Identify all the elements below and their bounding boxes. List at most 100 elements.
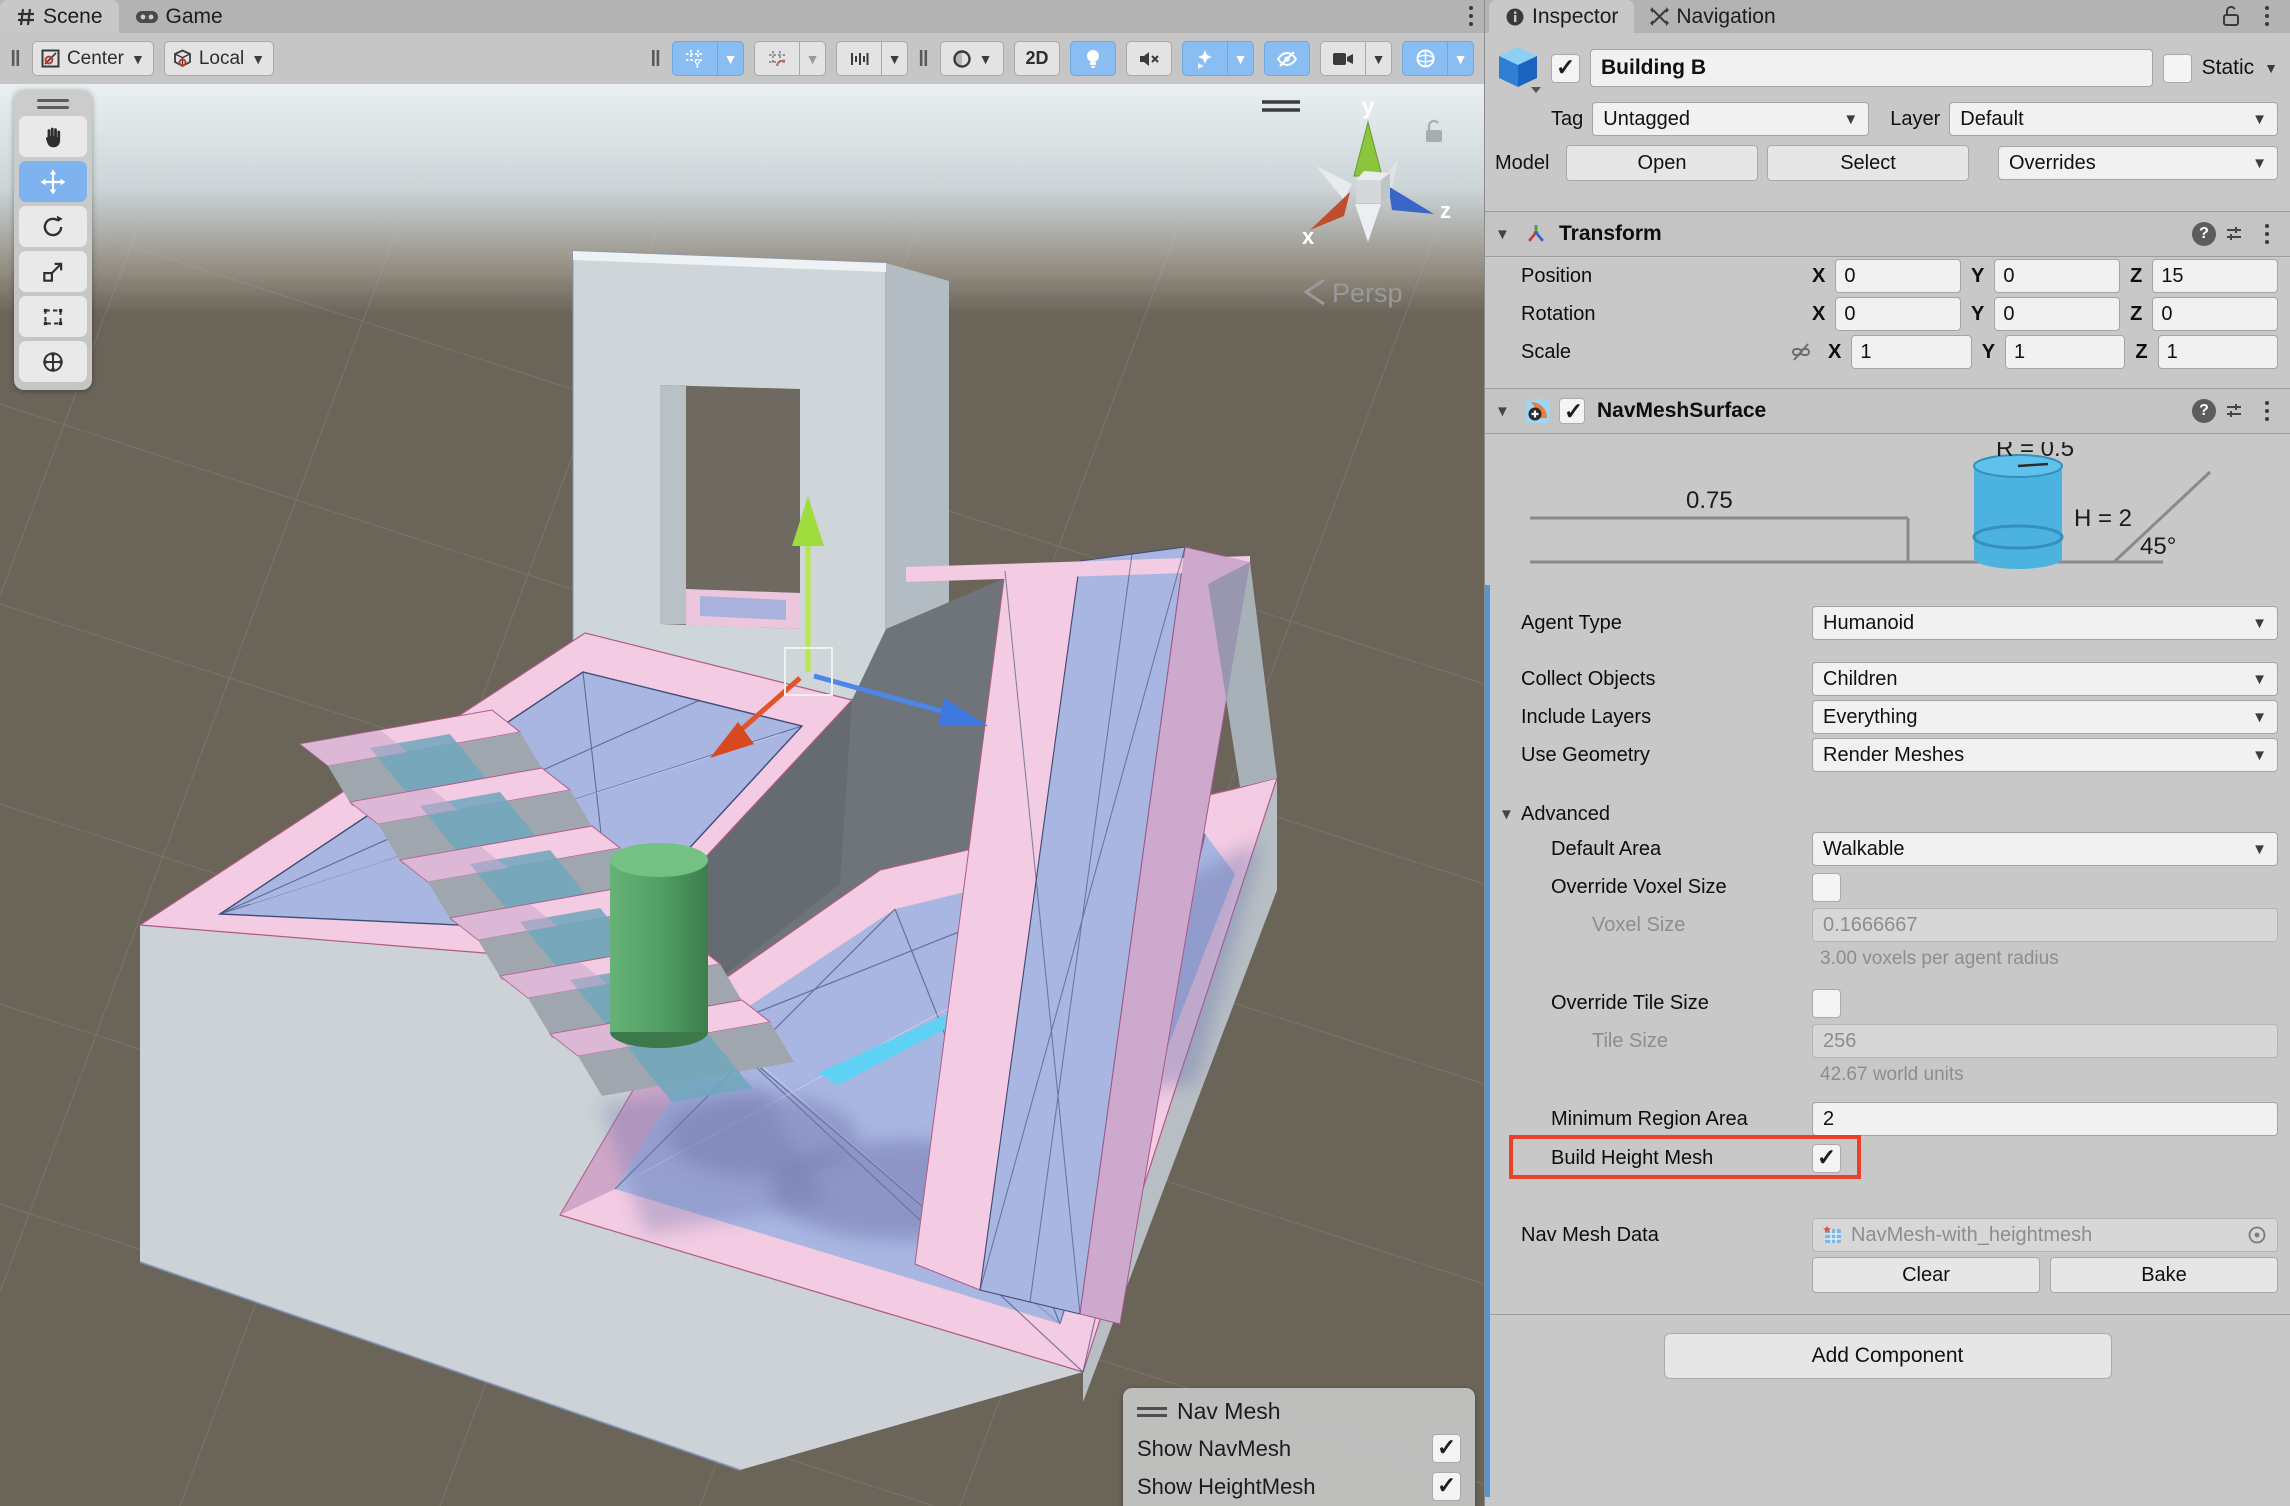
grid-snap-options[interactable]: ▼ bbox=[718, 41, 744, 76]
show-navmesh-checkbox[interactable] bbox=[1432, 1434, 1461, 1463]
effects-toggle[interactable] bbox=[1182, 41, 1228, 76]
use-geometry-dropdown[interactable]: Render Meshes▼ bbox=[1812, 738, 2278, 772]
2d-toggle[interactable]: 2D bbox=[1014, 41, 1060, 76]
component-menu-icon[interactable] bbox=[2254, 224, 2280, 244]
audio-toggle[interactable] bbox=[1126, 41, 1172, 76]
navmeshsurface-header[interactable]: ▼ NavMeshSurface ? bbox=[1485, 388, 2290, 434]
object-picker-icon[interactable] bbox=[2247, 1225, 2267, 1245]
transform-tool[interactable] bbox=[19, 341, 87, 382]
scale-x-field[interactable]: 1 bbox=[1851, 335, 1971, 369]
gizmos-options[interactable]: ▼ bbox=[1448, 41, 1474, 76]
snap-options[interactable]: ▼ bbox=[882, 41, 908, 76]
gameobject-active-checkbox[interactable] bbox=[1551, 54, 1580, 83]
link-broken-icon[interactable] bbox=[1790, 341, 1812, 363]
axis-z-label[interactable]: Z bbox=[2130, 265, 2142, 288]
toolbar-drag-handle[interactable]: ‖ bbox=[918, 46, 930, 72]
rotation-z-field[interactable]: 0 bbox=[2152, 297, 2278, 331]
agent-type-dropdown[interactable]: Humanoid▼ bbox=[1812, 606, 2278, 640]
axis-y-label[interactable]: Y bbox=[1971, 303, 1984, 326]
axis-y-label[interactable]: Y bbox=[1982, 341, 1995, 364]
tab-inspector[interactable]: Inspector bbox=[1489, 0, 1634, 33]
default-area-dropdown[interactable]: Walkable▼ bbox=[1812, 832, 2278, 866]
effects-options[interactable]: ▼ bbox=[1228, 41, 1254, 76]
tab-game[interactable]: Game bbox=[119, 0, 239, 33]
gizmo-y-label[interactable]: y bbox=[1362, 94, 1375, 119]
axis-y-label[interactable]: Y bbox=[1971, 265, 1984, 288]
rect-tool[interactable] bbox=[19, 296, 87, 337]
rotation-x-field[interactable]: 0 bbox=[1835, 297, 1961, 331]
static-options-icon[interactable]: ▼ bbox=[2264, 60, 2278, 76]
layer-dropdown[interactable]: Default▼ bbox=[1949, 102, 2278, 136]
axis-z-label[interactable]: Z bbox=[2135, 341, 2147, 364]
help-icon[interactable]: ? bbox=[2192, 222, 2216, 246]
position-z-field[interactable]: 15 bbox=[2152, 259, 2278, 293]
axis-z-label[interactable]: Z bbox=[2130, 303, 2142, 326]
move-tool[interactable] bbox=[19, 161, 87, 202]
scene-visibility-toggle[interactable] bbox=[1264, 41, 1310, 76]
show-heightmesh-checkbox[interactable] bbox=[1432, 1472, 1461, 1501]
model-select-button[interactable]: Select bbox=[1767, 145, 1969, 181]
model-open-button[interactable]: Open bbox=[1566, 145, 1758, 181]
component-enabled-checkbox[interactable] bbox=[1559, 398, 1585, 424]
rotate-tool[interactable] bbox=[19, 206, 87, 247]
advanced-label[interactable]: Advanced bbox=[1521, 803, 1610, 826]
add-component-button[interactable]: Add Component bbox=[1664, 1333, 2112, 1379]
camera-view-toggle[interactable] bbox=[1320, 41, 1366, 76]
lighting-toggle[interactable] bbox=[1070, 41, 1116, 76]
advanced-foldout-icon[interactable]: ▼ bbox=[1499, 806, 1521, 823]
position-y-field[interactable]: 0 bbox=[1994, 259, 2120, 293]
gizmo-z-label[interactable]: z bbox=[1440, 198, 1451, 223]
component-menu-icon[interactable] bbox=[2254, 401, 2280, 421]
overrides-dropdown[interactable]: Overrides▼ bbox=[1998, 146, 2278, 180]
gizmo-x-label[interactable]: x bbox=[1302, 224, 1315, 249]
tab-navigation[interactable]: Navigation bbox=[1634, 0, 1791, 33]
position-x-field[interactable]: 0 bbox=[1835, 259, 1961, 293]
inspector-panel: Inspector Navigation Building B Static bbox=[1484, 0, 2290, 1506]
nav-mesh-data-field[interactable]: NavMesh-with_heightmesh bbox=[1812, 1218, 2278, 1252]
include-layers-dropdown[interactable]: Everything▼ bbox=[1812, 700, 2278, 734]
axis-x-label[interactable]: X bbox=[1812, 265, 1825, 288]
inspector-menu-icon[interactable] bbox=[2254, 6, 2280, 26]
tool-palette-grip[interactable] bbox=[19, 96, 87, 112]
scale-y-field[interactable]: 1 bbox=[2005, 335, 2125, 369]
grid-visibility-toggle[interactable] bbox=[754, 41, 800, 76]
clear-button[interactable]: Clear bbox=[1812, 1257, 2040, 1293]
axis-x-label[interactable]: X bbox=[1828, 341, 1841, 364]
bake-button[interactable]: Bake bbox=[2050, 1257, 2278, 1293]
gameobject-name-field[interactable]: Building B bbox=[1590, 49, 2153, 87]
build-height-mesh-checkbox[interactable] bbox=[1812, 1144, 1841, 1173]
override-tile-size-checkbox[interactable] bbox=[1812, 989, 1841, 1018]
prefab-cube-icon[interactable] bbox=[1495, 43, 1541, 93]
transform-header[interactable]: ▼ Transform ? bbox=[1485, 211, 2290, 257]
foldout-icon[interactable]: ▼ bbox=[1495, 226, 1517, 243]
rotation-y-field[interactable]: 0 bbox=[1994, 297, 2120, 331]
static-checkbox[interactable] bbox=[2163, 54, 2192, 83]
view-hand-tool[interactable] bbox=[19, 116, 87, 157]
grid-options[interactable]: ▼ bbox=[800, 41, 826, 76]
toolbar-drag-handle[interactable]: ‖ bbox=[650, 46, 662, 72]
collect-objects-dropdown[interactable]: Children▼ bbox=[1812, 662, 2278, 696]
scale-tool[interactable] bbox=[19, 251, 87, 292]
scene-viewport[interactable]: y z x Persp bbox=[0, 84, 1484, 1506]
axis-x-label[interactable]: X bbox=[1812, 303, 1825, 326]
override-voxel-size-checkbox[interactable] bbox=[1812, 873, 1841, 902]
toolbar-drag-handle[interactable]: ‖ bbox=[10, 46, 22, 72]
help-icon[interactable]: ? bbox=[2192, 399, 2216, 423]
presets-icon[interactable] bbox=[2224, 401, 2244, 421]
minimum-region-area-field[interactable]: 2 bbox=[1812, 1102, 2278, 1136]
grid-snap-toggle[interactable]: Y bbox=[672, 41, 718, 76]
tag-dropdown[interactable]: Untagged▼ bbox=[1592, 102, 1869, 136]
navmesh-overlay-grip[interactable] bbox=[1137, 1407, 1167, 1417]
pivot-mode-dropdown[interactable]: Center ▼ bbox=[32, 41, 154, 76]
lock-icon[interactable] bbox=[2222, 5, 2240, 27]
foldout-icon[interactable]: ▼ bbox=[1495, 403, 1517, 420]
snap-increment-toggle[interactable] bbox=[836, 41, 882, 76]
tab-scene[interactable]: Scene bbox=[0, 0, 119, 33]
presets-icon[interactable] bbox=[2224, 224, 2244, 244]
orientation-dropdown[interactable]: Local ▼ bbox=[164, 41, 274, 76]
scene-tab-menu-icon[interactable] bbox=[1458, 6, 1484, 26]
camera-options[interactable]: ▼ bbox=[1366, 41, 1392, 76]
scale-z-field[interactable]: 1 bbox=[2158, 335, 2278, 369]
gizmos-toggle[interactable] bbox=[1402, 41, 1448, 76]
shading-mode-dropdown[interactable]: ▼ bbox=[940, 41, 1004, 76]
